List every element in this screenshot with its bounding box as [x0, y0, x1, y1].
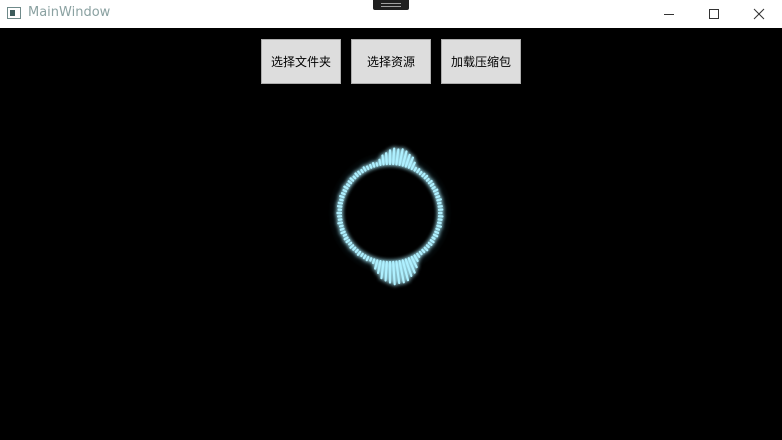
spectrum-bar: [381, 154, 385, 166]
spectrum-bar: [340, 192, 346, 196]
spectrum-bar: [347, 180, 353, 185]
spectrum-bar: [425, 244, 430, 249]
spectrum-bar: [360, 168, 364, 174]
spectrum-bar: [436, 198, 442, 202]
spectrum-bar: [362, 254, 367, 260]
spectrum-bar: [337, 221, 344, 225]
app-window-icon: [7, 7, 21, 19]
spectrum-bar: [337, 201, 344, 205]
spectrum-bar: [432, 233, 439, 238]
spectrum-bar: [378, 158, 382, 167]
spectrum-bar: [343, 236, 349, 241]
spectrum-bar: [369, 257, 373, 262]
spectrum-bar: [392, 147, 396, 166]
spectrum-bar: [429, 239, 435, 244]
spectrum-bar: [431, 236, 436, 240]
spectrum-bar: [435, 195, 441, 199]
spectrum-bar: [429, 182, 435, 187]
spectrum-bar: [348, 241, 353, 246]
window-title: MainWindow: [28, 5, 111, 20]
spectrum-bar: [432, 188, 439, 193]
close-button[interactable]: [736, 0, 782, 28]
spectrum-bar: [431, 186, 436, 190]
visualizer-haze: [328, 151, 452, 275]
spectrum-bar: [384, 152, 388, 166]
select-folder-button[interactable]: 选择文件夹: [261, 39, 341, 84]
spectrum-bar: [371, 162, 376, 168]
close-icon: [753, 8, 765, 20]
window-drag-handle[interactable]: [373, 0, 409, 10]
spectrum-bar: [360, 252, 364, 258]
spectrum-bar: [392, 260, 396, 286]
spectrum-bar: [339, 198, 344, 202]
minimize-icon: [664, 14, 674, 15]
spectrum-bar: [339, 227, 345, 231]
spectrum-bar: [352, 175, 357, 180]
spectrum-bar: [369, 163, 373, 169]
load-archive-button[interactable]: 加载压缩包: [441, 39, 521, 84]
spectrum-bar: [421, 248, 426, 254]
spectrum-bar: [352, 246, 357, 251]
spectrum-bar: [340, 230, 346, 235]
spectrum-bar: [371, 258, 376, 265]
audio-spectrum-visualizer: [328, 147, 452, 286]
spectrum-bar: [413, 166, 418, 172]
spectrum-bar: [354, 248, 359, 254]
spectrum-bar: [345, 239, 351, 244]
minimize-button[interactable]: [646, 0, 692, 28]
spectrum-bar: [434, 230, 440, 235]
spectrum-bar: [338, 224, 344, 228]
spectrum-bar: [425, 177, 430, 182]
maximize-icon: [709, 9, 719, 19]
spectrum-bar: [418, 170, 423, 176]
spectrum-bar: [365, 255, 370, 262]
spectrum-bar: [342, 233, 348, 237]
spectrum-bar: [375, 162, 379, 167]
spectrum-bar: [345, 183, 351, 187]
spectrum-bar: [435, 227, 441, 231]
spectrum-bar: [418, 250, 423, 256]
spectrum-bar: [357, 170, 362, 176]
spectrum-bar: [434, 192, 439, 196]
spectrum-bar: [339, 194, 345, 199]
spectrum-bar: [436, 224, 442, 228]
spectrum-bar: [342, 188, 348, 193]
spectrum-bar: [436, 221, 442, 225]
spectrum-bar: [436, 201, 442, 205]
select-resource-button[interactable]: 选择资源: [351, 39, 431, 84]
spectrum-bar: [384, 260, 388, 282]
spectrum-bar: [365, 165, 370, 171]
maximize-button[interactable]: [691, 0, 737, 28]
